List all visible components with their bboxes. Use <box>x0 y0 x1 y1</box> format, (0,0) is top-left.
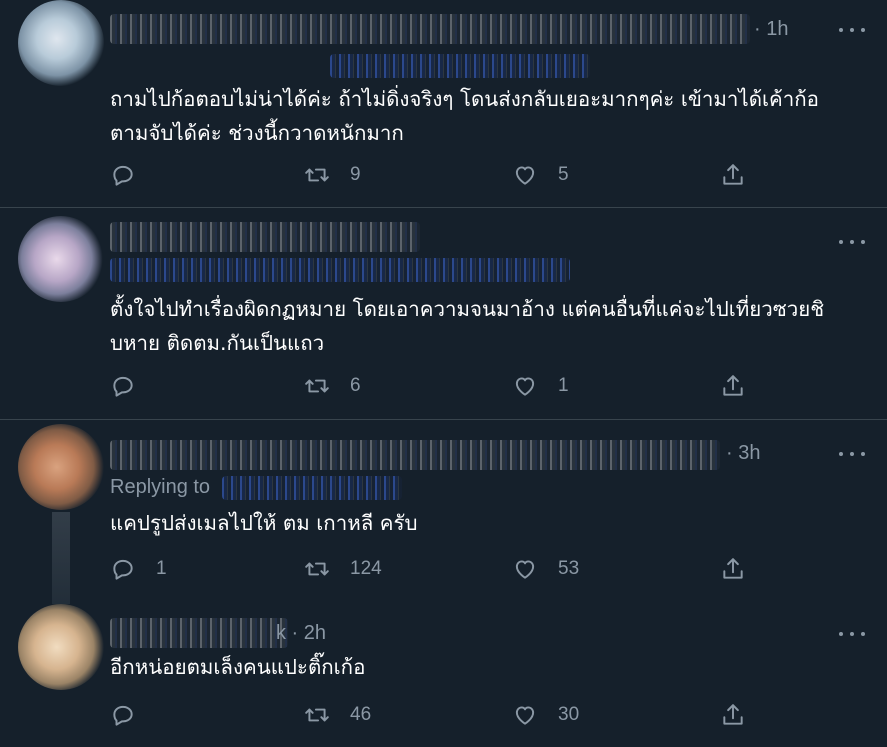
reply-icon <box>113 376 133 397</box>
avatar[interactable] <box>18 216 104 302</box>
retweet-button[interactable]: 46 <box>304 700 371 730</box>
retweet-icon <box>305 708 329 722</box>
like-icon <box>515 166 535 185</box>
reply-button[interactable] <box>110 371 156 401</box>
tweet[interactable]: · 3h Replying to แคปรูปส่งเมลไปให้ ตม เก… <box>0 420 887 604</box>
share-icon <box>723 704 743 725</box>
tweet-actions: 46 30 <box>0 700 887 730</box>
replying-to-label: Replying to <box>110 476 211 498</box>
tweet-actions: 1 124 53 <box>0 554 887 584</box>
share-icon <box>723 558 743 579</box>
retweet-icon <box>305 168 329 182</box>
tweet-timestamp[interactable]: k · 2h <box>276 622 326 645</box>
tweet-text: อีกหน่อยตมเล็งคนแปะติ๊กเก้อ <box>110 655 366 679</box>
retweet-count: 46 <box>350 704 372 725</box>
retweet-count: 124 <box>350 558 382 579</box>
reply-button[interactable]: 1 <box>110 554 167 584</box>
tweet[interactable]: · 1h ถามไปก้อตอบไม่น่าได้ค่ะ ถ้าไม่ดิ่งจ… <box>0 0 887 206</box>
tweet-actions: 6 1 <box>0 371 887 401</box>
tweet[interactable]: k · 2h อีกหน่อยตมเล็งคนแปะติ๊กเก้อ 46 30 <box>0 604 887 747</box>
avatar[interactable] <box>18 604 104 690</box>
more-icon[interactable] <box>839 624 865 644</box>
reply-button[interactable] <box>110 700 156 730</box>
more-icon[interactable] <box>839 232 865 252</box>
user-name-obscured[interactable] <box>110 440 720 470</box>
avatar[interactable] <box>18 0 104 86</box>
like-count: 5 <box>558 164 569 185</box>
more-icon[interactable] <box>839 444 865 464</box>
like-count: 30 <box>558 704 580 725</box>
share-icon <box>723 375 743 396</box>
reply-count: 1 <box>156 558 167 579</box>
replying-to-handle-obscured[interactable] <box>222 476 402 500</box>
tweet-text: ตั้งใจไปทำเรื่องผิดกฏหมาย โดยเอาความจนมา… <box>110 297 825 355</box>
like-button[interactable]: 53 <box>512 554 579 584</box>
tweet[interactable]: ตั้งใจไปทำเรื่องผิดกฏหมาย โดยเอาความจนมา… <box>0 208 887 418</box>
user-handle-obscured[interactable] <box>330 54 590 78</box>
tweet-text: ถามไปก้อตอบไม่น่าได้ค่ะ ถ้าไม่ดิ่งจริงๆ … <box>110 87 819 145</box>
like-button[interactable]: 5 <box>512 160 569 190</box>
retweet-button[interactable]: 6 <box>304 371 361 401</box>
retweet-count: 9 <box>350 164 361 185</box>
tweet-text: แคปรูปส่งเมลไปให้ ตม เกาหลี ครับ <box>110 511 418 535</box>
more-icon[interactable] <box>839 20 865 40</box>
user-name-obscured[interactable] <box>110 618 288 648</box>
user-name-obscured[interactable] <box>110 222 420 252</box>
user-handle-obscured[interactable] <box>110 258 570 282</box>
user-name-obscured[interactable] <box>110 14 750 44</box>
timeline: · 1h ถามไปก้อตอบไม่น่าได้ค่ะ ถ้าไม่ดิ่งจ… <box>0 0 887 747</box>
tweet-timestamp[interactable]: · 1h <box>754 18 788 41</box>
reply-icon <box>113 165 133 186</box>
retweet-icon <box>305 379 329 393</box>
retweet-button[interactable]: 9 <box>304 160 361 190</box>
like-button[interactable]: 30 <box>512 700 579 730</box>
reply-icon <box>113 559 133 580</box>
like-icon <box>515 706 535 725</box>
like-count: 1 <box>558 375 569 396</box>
share-icon <box>723 164 743 185</box>
avatar[interactable] <box>18 424 104 510</box>
share-button[interactable] <box>720 554 746 584</box>
tweet-timestamp[interactable]: · 3h <box>726 442 760 465</box>
retweet-count: 6 <box>350 375 361 396</box>
reply-button[interactable] <box>110 160 156 190</box>
like-icon <box>515 560 535 579</box>
like-icon <box>515 377 535 396</box>
share-button[interactable] <box>720 160 746 190</box>
share-button[interactable] <box>720 371 746 401</box>
share-button[interactable] <box>720 700 746 730</box>
like-count: 53 <box>558 558 580 579</box>
tweet-actions: 9 5 <box>0 160 887 190</box>
retweet-button[interactable]: 124 <box>304 554 382 584</box>
like-button[interactable]: 1 <box>512 371 569 401</box>
reply-icon <box>113 705 133 726</box>
retweet-icon <box>305 562 329 576</box>
